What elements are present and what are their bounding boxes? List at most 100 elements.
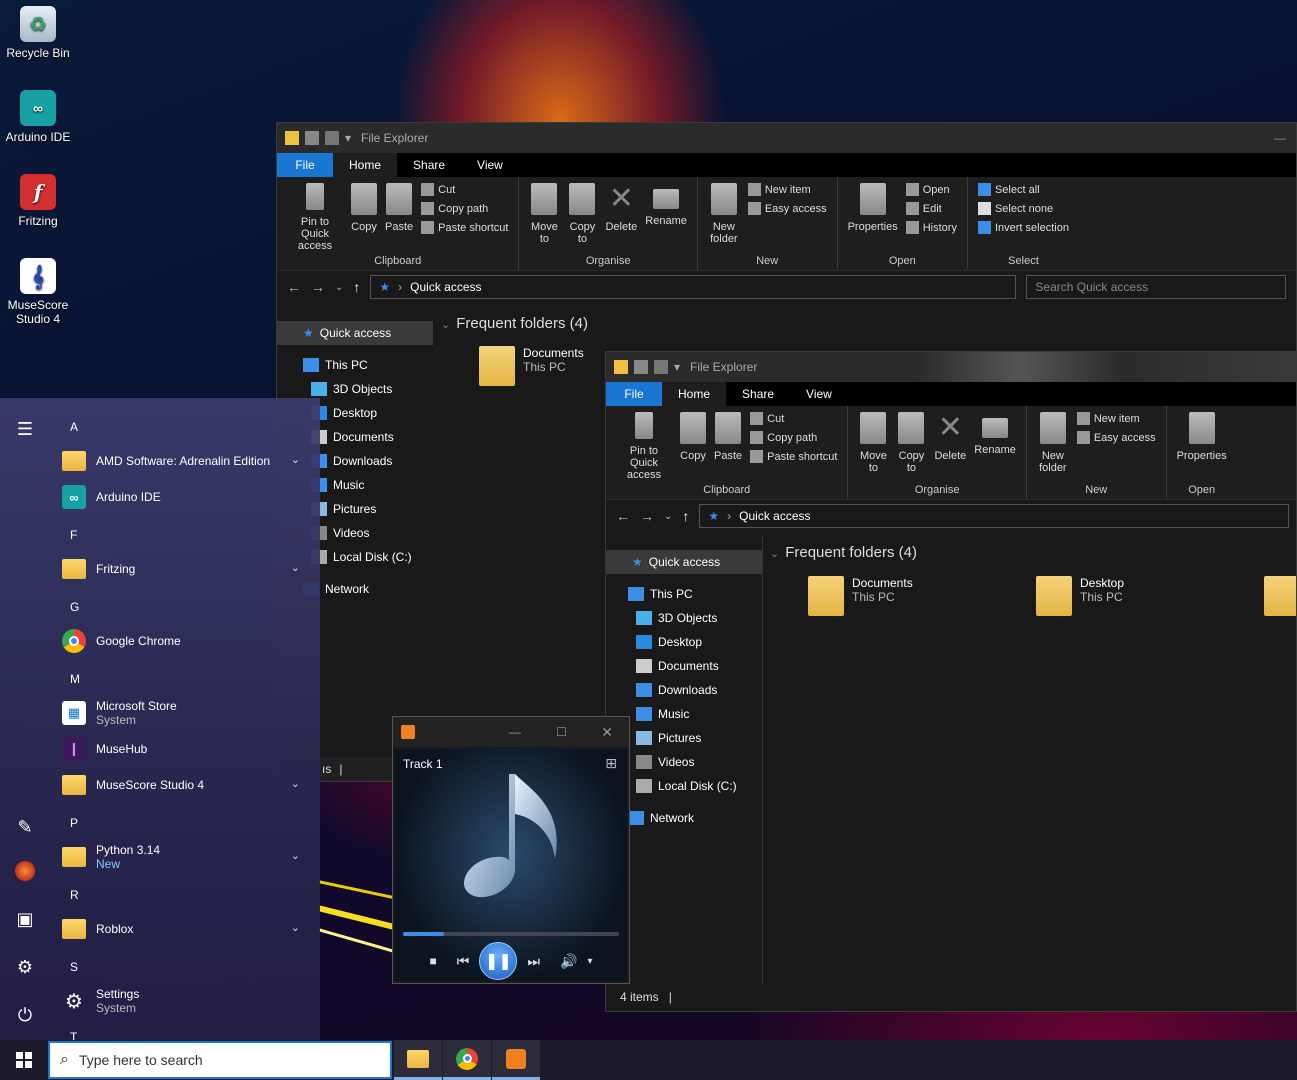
cut-button[interactable]: Cut [421,183,508,196]
select-none-button[interactable]: Select none [977,202,1069,215]
history-button[interactable]: History [905,221,957,234]
start-button[interactable] [0,1040,48,1080]
select-all-button[interactable]: Select all [977,183,1069,196]
power-icon[interactable]: ⏻ [14,1004,36,1026]
section-header[interactable]: ⌄ Frequent folders (4) [441,315,588,332]
minimize-button[interactable]: — [1274,131,1286,145]
new-folder-button[interactable]: New folder [704,181,744,252]
close-button[interactable]: ✕ [601,724,613,741]
copy-button[interactable]: Copy [676,410,710,481]
list-item-arduino[interactable]: ∞ Arduino IDE [62,479,312,515]
folder-tile[interactable]: Desktop This PC [1036,576,1124,616]
new-folder-icon[interactable] [654,360,668,374]
copy-path-button[interactable]: Copy path [421,202,508,215]
rename-button[interactable]: Rename [970,410,1020,481]
list-item-amd[interactable]: AMD Software: Adrenalin Edition ⌄ [62,443,312,479]
new-folder-button[interactable]: New folder [1033,410,1073,481]
tab-view[interactable]: View [790,382,848,406]
tab-file[interactable]: File [606,382,662,406]
letter-header[interactable]: R [70,888,79,902]
folder-tile[interactable] [1264,576,1296,616]
delete-button[interactable]: ✕ Delete [930,410,970,481]
paste-button[interactable]: Paste [381,181,417,252]
easy-access-button[interactable]: Easy access [1076,431,1156,444]
forward-arrow-icon[interactable]: → [311,279,325,295]
new-folder-icon[interactable] [325,131,339,145]
new-item-button[interactable]: New item [747,183,827,196]
letter-header[interactable]: P [70,816,78,830]
address-bar[interactable]: ★ › Quick access [370,275,1017,299]
edit-button[interactable]: Edit [905,202,957,215]
tab-file[interactable]: File [277,153,333,177]
file-explorer-window-front[interactable]: ▾ File Explorer File Home Share View Pin… [605,351,1297,1012]
easy-access-button[interactable]: Easy access [747,202,827,215]
nav-item-desktop[interactable]: Desktop [606,630,762,654]
list-item-fritzing[interactable]: Fritzing ⌄ [62,551,312,587]
tab-share[interactable]: Share [397,153,461,177]
seek-bar[interactable] [403,932,619,936]
letter-header[interactable]: T [70,1030,77,1040]
pictures-icon[interactable]: ▣ [14,908,36,930]
nav-item-3d-objects[interactable]: 3D Objects [606,606,762,630]
paste-button[interactable]: Paste [710,410,746,481]
folder-tile[interactable]: Documents This PC [479,346,588,386]
list-item-python[interactable]: Python 3.14 New ⌄ [62,839,312,875]
desktop-icon-recycle-bin[interactable]: ♻ Recycle Bin [2,6,74,60]
back-arrow-icon[interactable]: ← [287,279,301,295]
previous-icon[interactable]: ⏮ [457,953,470,970]
nav-item-downloads[interactable]: Downloads [606,678,762,702]
properties-icon[interactable] [305,131,319,145]
list-item-chrome[interactable]: Google Chrome [62,623,312,659]
rename-button[interactable]: Rename [641,181,691,252]
up-arrow-icon[interactable]: ↑ [682,508,689,524]
hamburger-icon[interactable]: ☰ [14,418,36,440]
list-item-settings[interactable]: ⚙ Settings System [62,983,312,1019]
list-item-microsoft-store[interactable]: ▦ Microsoft Store System [62,695,312,731]
properties-button[interactable]: Properties [1173,410,1231,481]
move-to-button[interactable]: Move to [854,410,892,481]
properties-button[interactable]: Properties [844,181,902,252]
up-arrow-icon[interactable]: ↑ [353,279,360,295]
volume-icon[interactable]: 🔊 [560,953,577,970]
title-bar[interactable]: ▾ File Explorer [606,352,1296,382]
paste-shortcut-button[interactable]: Paste shortcut [750,450,837,463]
letter-header[interactable]: F [70,528,77,542]
copy-button[interactable]: Copy [347,181,381,252]
chevron-down-icon[interactable]: ▾ [345,131,353,145]
invert-selection-button[interactable]: Invert selection [977,221,1069,234]
switch-view-icon[interactable]: ⊞ [605,755,617,772]
taskbar-app-chrome[interactable] [443,1040,491,1080]
pencil-icon[interactable]: ✎ [14,816,36,838]
taskbar-app-media-player[interactable] [492,1040,540,1080]
nav-item-this-pc[interactable]: This PC [606,582,762,606]
delete-button[interactable]: ✕ Delete [601,181,641,252]
nav-item-this-pc[interactable]: This PC [277,353,433,377]
chevron-down-icon[interactable]: ⌄ [664,511,672,522]
letter-header[interactable]: M [70,672,80,686]
gear-icon[interactable]: ⚙ [14,956,36,978]
letter-header[interactable]: A [70,420,78,434]
folder-tile[interactable]: Documents This PC [808,576,913,616]
pin-quick-access-button[interactable]: Pin to Quick access [612,410,676,481]
properties-icon[interactable] [634,360,648,374]
new-item-button[interactable]: New item [1076,412,1156,425]
list-item-musehub[interactable]: ❙ MuseHub [62,731,312,767]
pause-button[interactable]: ❚❚ [479,942,518,980]
list-item-musescore[interactable]: MuseScore Studio 4 ⌄ [62,767,312,803]
taskbar-search-input[interactable]: ⌕ Type here to search [48,1041,392,1079]
open-button[interactable]: Open [905,183,957,196]
tab-home[interactable]: Home [662,382,727,406]
letter-header[interactable]: G [70,600,79,614]
desktop-icon-fritzing[interactable]: f Fritzing [2,174,74,228]
list-item-roblox[interactable]: Roblox ⌄ [62,911,312,947]
nav-item-documents[interactable]: Documents [606,654,762,678]
pin-quick-access-button[interactable]: Pin to Quick access [283,181,347,252]
now-playing-view[interactable]: Track 1 ⊞ ■ ⏮ ❚❚ ⏭ 🔊 ▾ [395,749,627,981]
chevron-down-icon[interactable]: ⌄ [335,282,343,293]
tab-view[interactable]: View [461,153,519,177]
media-player-window[interactable]: — ☐ ✕ Track 1 ⊞ ■ ⏮ ❚❚ ⏭ 🔊 ▾ [392,716,630,984]
forward-arrow-icon[interactable]: → [640,508,654,524]
breadcrumb[interactable]: Quick access [410,280,481,294]
breadcrumb[interactable]: Quick access [739,509,810,523]
move-to-button[interactable]: Move to [525,181,563,252]
